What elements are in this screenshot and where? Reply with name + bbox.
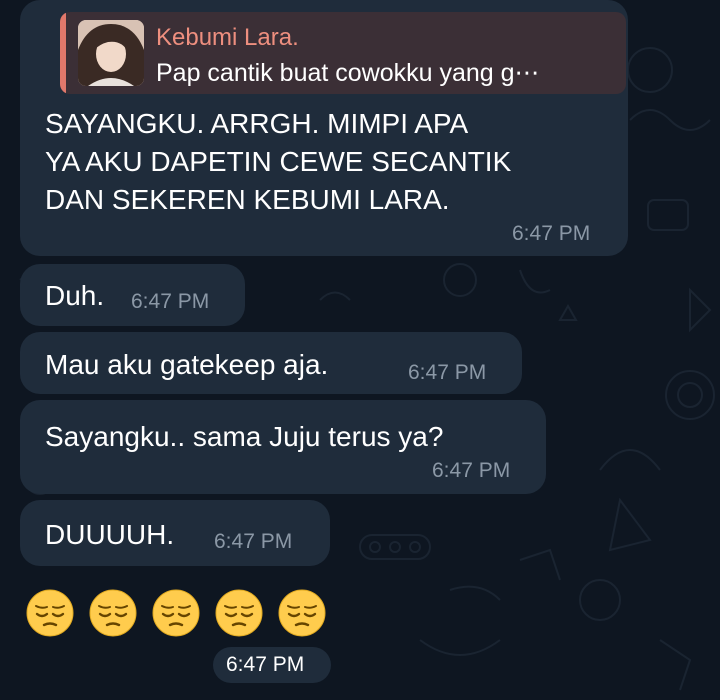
message-bubble[interactable]: Mau aku gatekeep aja. 6:47 PM <box>20 332 522 394</box>
message-time: 6:47 PM <box>408 361 487 384</box>
reply-sender-name: Kebumi Lara. <box>156 24 299 51</box>
message-bubble[interactable]: DUUUUH. 6:47 PM <box>20 500 330 566</box>
emoji-message[interactable] <box>20 588 340 640</box>
message-bubble[interactable]: Sayangku.. sama Juju terus ya? 6:47 PM <box>20 400 546 494</box>
message-time: 6:47 PM <box>131 290 210 313</box>
message-time: 6:47 PM <box>512 222 591 245</box>
chat-area: Kebumi Lara. Pap cantik buat cowokku yan… <box>0 0 720 700</box>
message-line: YA AKU DAPETIN CEWE SECANTIK <box>45 146 512 177</box>
message-line: DAN SEKEREN KEBUMI LARA. <box>45 184 450 215</box>
message-text: Mau aku gatekeep aja. <box>45 349 329 380</box>
message-time: 6:47 PM <box>226 653 305 676</box>
message-text: Duh. <box>45 280 105 311</box>
reply-accent-bar <box>60 12 66 94</box>
profile-photo-icon <box>78 20 144 86</box>
reply-snippet: Pap cantik buat cowokku yang g⋯ <box>156 59 540 87</box>
message-time: 6:47 PM <box>214 530 293 553</box>
message-time: 6:47 PM <box>432 459 511 482</box>
message-text: DUUUUH. <box>45 519 175 550</box>
pensive-face-icon <box>215 589 263 637</box>
pensive-face-icon <box>278 589 326 637</box>
pensive-face-icon <box>152 589 200 637</box>
message-line: SAYANGKU. ARRGH. MIMPI APA <box>45 108 469 139</box>
pensive-face-icon <box>26 589 74 637</box>
emoji-message-time-pill: 6:47 PM <box>213 647 331 683</box>
message-bubble[interactable]: Kebumi Lara. Pap cantik buat cowokku yan… <box>20 0 628 256</box>
pensive-face-icon <box>89 589 137 637</box>
reply-photo-thumbnail <box>78 20 144 86</box>
message-text: Sayangku.. sama Juju terus ya? <box>45 421 444 452</box>
reply-quote[interactable]: Kebumi Lara. Pap cantik buat cowokku yan… <box>60 12 626 94</box>
message-bubble[interactable]: Duh. 6:47 PM <box>20 264 245 326</box>
